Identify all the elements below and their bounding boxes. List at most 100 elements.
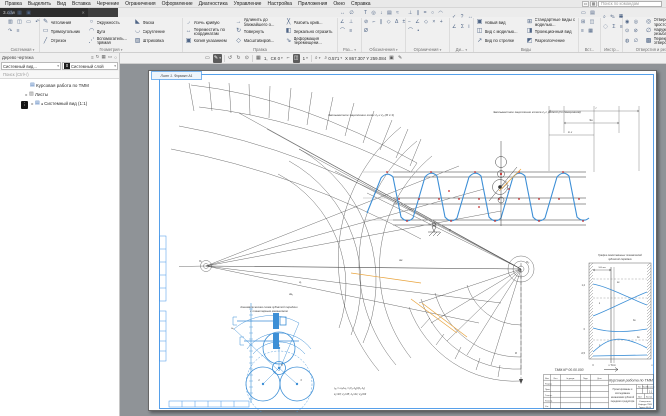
- pen-icon[interactable]: ✎: [397, 54, 403, 63]
- menu-item[interactable]: Правка: [2, 1, 25, 7]
- view-by-arrow-button[interactable]: ↗Вид по стрелке: [476, 37, 526, 46]
- drawing-canvas[interactable]: Лист 1. Формат А1: [120, 64, 666, 416]
- menu-item[interactable]: Ограничения: [122, 1, 158, 7]
- group-label-dimensions[interactable]: Раз... ▾: [340, 46, 359, 52]
- coordinate-system-dropdown[interactable]: СК 0▾: [270, 54, 284, 63]
- view-with-model-button[interactable]: ◫Вид с моделью...: [476, 27, 526, 36]
- menu-item[interactable]: Вставка: [69, 1, 94, 7]
- image-icon[interactable]: ▦: [102, 54, 106, 60]
- menu-item[interactable]: Черчение: [94, 1, 123, 7]
- menu-item[interactable]: Выделить: [25, 1, 54, 7]
- circle-button[interactable]: ○Окружность: [88, 18, 134, 27]
- insert-tool-icons[interactable]: ▭ ▤ ⊞ ◫ ≡ ▦: [581, 9, 601, 37]
- panel-title: Дерево чертежа: [2, 55, 89, 60]
- menu-item[interactable]: Настройка: [264, 1, 295, 7]
- tree-item-document[interactable]: ▤ Курсовая работа по ТММ: [0, 81, 119, 90]
- projection-view-button[interactable]: ◨Проекционный вид: [526, 27, 576, 36]
- snap-button[interactable]: ◫: [293, 54, 300, 63]
- group-label-designations[interactable]: Обозначения ▾: [364, 46, 403, 52]
- deform-button[interactable]: ⇘Деформация перемещени...: [285, 37, 335, 46]
- group-label-insert[interactable]: Вст...: [581, 46, 598, 52]
- close-icon[interactable]: ✕: [81, 10, 85, 15]
- window-icon-2[interactable]: ▦: [590, 1, 597, 7]
- simple-hole-button[interactable]: ◎Отверстие простое: [645, 18, 666, 27]
- tree-item-sheets[interactable]: ▸ ▨ Листы: [0, 90, 119, 99]
- orbit-right-icon[interactable]: ↻: [235, 54, 241, 63]
- view-state-icon[interactable]: ⋮: [21, 101, 28, 109]
- menu-item[interactable]: Приложения: [295, 1, 330, 7]
- pin-icon[interactable]: ○: [114, 55, 117, 60]
- hatch-button[interactable]: ▨Штриховка: [134, 37, 180, 46]
- dimension-tool-icons[interactable]: ↔ ∅ ∠ ⊥ ⌒ ≡: [340, 9, 362, 37]
- group-label-instruments[interactable]: Инстр...: [603, 46, 620, 52]
- group-label-diagnostics[interactable]: Ди... ▾: [452, 46, 471, 52]
- segment-button[interactable]: ╱Отрезок: [42, 37, 88, 46]
- chamfer-button[interactable]: ◣Фаска: [134, 18, 180, 27]
- layer-dropdown[interactable]: 0 Системный слой ▾: [62, 62, 118, 70]
- copy-button[interactable]: ▣Копия указанием: [185, 37, 235, 46]
- layer-quick-dropdown[interactable]: 1▾: [302, 54, 309, 63]
- view-dropdown[interactable]: Системный вид... ▾: [1, 62, 61, 70]
- group-label-views[interactable]: Виды: [476, 46, 576, 52]
- zoom-tool-icon[interactable]: ⌕▾: [314, 54, 322, 63]
- group-label-constraints[interactable]: Ограничения ▾: [408, 46, 447, 52]
- hole-tool-icons[interactable]: ◉ ◎ ⊙ ⊘ ◍ ∅: [625, 18, 645, 46]
- menu-item[interactable]: Оформление: [159, 1, 196, 7]
- sheet-view-tag[interactable]: Лист 1. Формат А1: [152, 72, 202, 80]
- external-thread-button[interactable]: ∅Наружная резьба: [645, 27, 666, 36]
- title-block-text: Курсовая работа по ТММ Проектирование и …: [545, 377, 654, 409]
- dim-sa: Sa: [589, 118, 593, 122]
- scale-button[interactable]: ◇Масштабиров...: [235, 37, 285, 46]
- angle-icon[interactable]: ⌐: [286, 54, 291, 63]
- trim-button[interactable]: ◞Усечь кривую: [185, 18, 235, 27]
- menu-item[interactable]: Вид: [54, 1, 69, 7]
- autoline-button[interactable]: ✎Автолиния: [42, 18, 88, 27]
- command-search-input[interactable]: [598, 1, 662, 7]
- style-pencil-button[interactable]: ✎▾: [213, 54, 222, 63]
- menu-item[interactable]: Справка: [348, 1, 374, 7]
- diagnostic-tool-icons[interactable]: ✓ ? ↔ ∠ Σ i: [452, 13, 474, 32]
- org-line-2: Кафедра ТММ: [638, 403, 652, 406]
- menu-item[interactable]: Управление: [231, 1, 265, 7]
- standard-views-button[interactable]: ⊞Стандартные виды с моделью...: [526, 18, 576, 27]
- rotate-button[interactable]: ↻Повернуть: [235, 27, 285, 36]
- org-line-3: Группа 00-00: [639, 407, 652, 409]
- tree-item-system-view[interactable]: ▸ ▤ ● Системный вид (1:1): [0, 99, 119, 108]
- section-view-button[interactable]: ◩Разрез/сечение: [526, 37, 576, 46]
- move-button[interactable]: ↔Переместить по координатам: [185, 27, 235, 36]
- refresh-icon[interactable]: ↻: [96, 54, 100, 60]
- group-label-edit[interactable]: Правка: [185, 46, 335, 52]
- mirror-icon: ◧: [285, 28, 292, 35]
- rebuild-holes-button[interactable]: ▩Перекроить отверстия и из...: [645, 37, 666, 46]
- split-button[interactable]: ╳Разбить крив...: [285, 18, 335, 27]
- current-view-bullet: ●: [41, 102, 43, 106]
- tree-search[interactable]: [0, 71, 119, 79]
- group-label-system[interactable]: Системная ▾: [8, 46, 37, 52]
- extend-button[interactable]: →Удлинить до ближайшего о...: [235, 18, 285, 27]
- menu-icon[interactable]: ≡: [91, 55, 94, 60]
- marker-icon[interactable]: ▣: [388, 54, 395, 63]
- construction-line-button[interactable]: ⋰Вспомогатель... прямая: [88, 37, 134, 46]
- zoom-value-dropdown[interactable]: ⌕0.571▾: [323, 54, 343, 63]
- arc-button[interactable]: ◠Дуга: [88, 27, 134, 36]
- menu-item[interactable]: Диагностика: [196, 1, 231, 7]
- menu-item[interactable]: Окно: [330, 1, 348, 7]
- tree-search-input[interactable]: [3, 72, 116, 77]
- system-tool-icons[interactable]: ▤ ▦ ▣ ▥ ◫ ▭ ↶ ↷ ≡: [8, 9, 40, 37]
- group-label-holes[interactable]: Отверстия и резьбы: [625, 46, 666, 52]
- fillet-button[interactable]: ◡Скругление: [134, 27, 180, 36]
- designation-tool-icons[interactable]: T ◎ ↓ ▤ ≈ ⊘ ⌐ ∥ ◇ Δ ± Ø: [364, 9, 406, 37]
- mirror-button[interactable]: ◧Зеркально отразить: [285, 27, 335, 36]
- rectangle-button[interactable]: ▭Прямоугольник: [42, 27, 88, 36]
- grid-icon[interactable]: ▦: [255, 54, 262, 63]
- orbit-center-icon[interactable]: ⊙: [244, 54, 250, 63]
- new-view-button[interactable]: ▣Новый вид: [476, 18, 526, 27]
- orbit-left-icon[interactable]: ↺: [227, 54, 233, 63]
- group-label-geometry[interactable]: Геометрия ▾: [42, 46, 180, 52]
- instrument-tool-icons[interactable]: ⌕ ✎ ▦ ◇ Σ ≡: [603, 13, 623, 32]
- document-mode-icon[interactable]: ▭: [204, 54, 211, 63]
- constraint-tool-icons[interactable]: ⊥ ∥ = ○ ◠ − ∠ ◇ × + ⌒ •: [408, 9, 450, 37]
- drawing-sheet[interactable]: Лист 1. Формат А1: [148, 70, 657, 411]
- collapse-icon[interactable]: ▭: [108, 54, 112, 60]
- window-icon-1[interactable]: ▭: [582, 1, 589, 7]
